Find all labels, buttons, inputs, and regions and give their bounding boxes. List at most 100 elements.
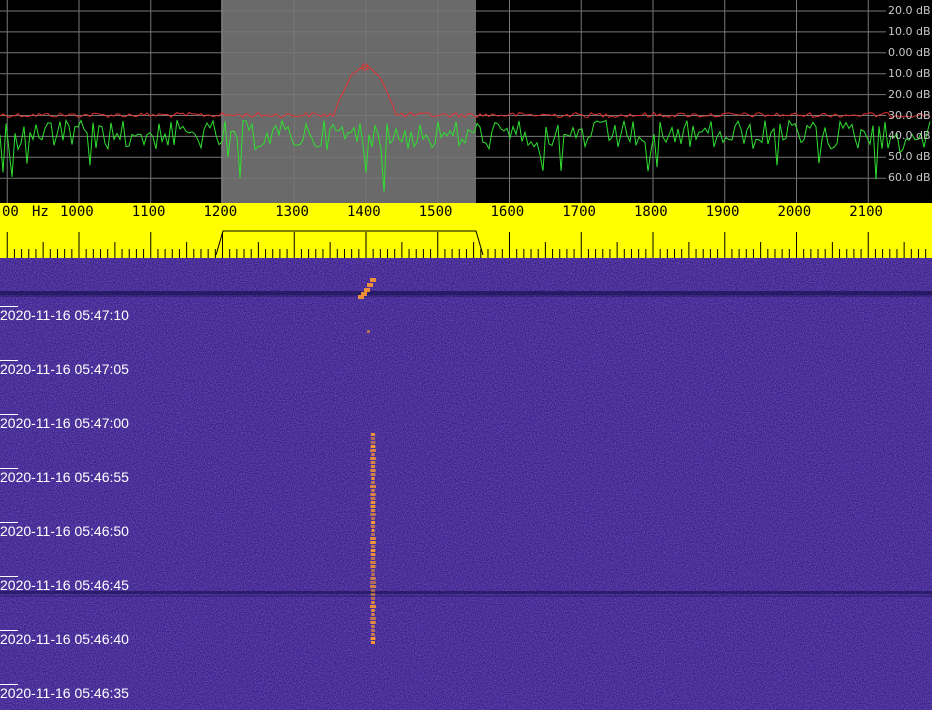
timestamp-label: 2020-11-16 05:47:00 (0, 415, 129, 431)
filter-passband-outline (215, 230, 484, 256)
signal-streak (370, 461, 376, 464)
signal-streak (371, 453, 375, 456)
signal-burst (370, 278, 376, 282)
freq-label: 1900 (705, 204, 740, 220)
timestamp-label: 2020-11-16 05:46:55 (0, 469, 129, 485)
freq-label: 1200 (203, 204, 238, 220)
signal-dot (367, 330, 370, 333)
spectrum-plot[interactable] (0, 0, 932, 203)
dark-band (0, 591, 932, 594)
signal-streak (370, 505, 376, 508)
signal-streak (371, 633, 375, 636)
signal-streak (370, 581, 376, 584)
signal-streak (370, 485, 376, 488)
signal-streak (371, 613, 375, 616)
signal-streak (371, 573, 375, 576)
db-label: 40.0 dB (888, 129, 931, 143)
signal-streak (371, 641, 375, 644)
signal-streak (371, 517, 375, 520)
dark-band (0, 295, 932, 297)
signal-streak (370, 525, 376, 528)
timestamp-label: 2020-11-16 05:47:10 (0, 307, 129, 323)
signal-streak (370, 545, 376, 548)
signal-streak (370, 497, 376, 500)
freq-label: 1600 (490, 204, 525, 220)
db-label: 0.00 dB (888, 45, 931, 59)
signal-streak (371, 489, 375, 492)
signal-burst (364, 288, 370, 292)
signal-streak (370, 481, 376, 484)
signal-streak (370, 501, 376, 504)
db-label: 10.0 dB (888, 66, 931, 80)
timestamp-label: 2020-11-16 05:47:05 (0, 361, 129, 377)
timestamp-label: 2020-11-16 05:46:50 (0, 523, 129, 539)
signal-streak (370, 521, 376, 524)
signal-streak (370, 445, 376, 448)
freq-label: 2000 (777, 204, 812, 220)
signal-streak (370, 561, 376, 564)
waterfall-plot[interactable] (0, 258, 932, 710)
signal-streak (370, 441, 376, 444)
freq-label: 1300 (275, 204, 309, 220)
signal-streak (370, 437, 376, 440)
timestamp-label: 2020-11-16 05:46:45 (0, 577, 129, 593)
freq-label: 1000 (60, 204, 94, 220)
signal-streak (370, 589, 376, 592)
signal-burst (367, 283, 373, 287)
frequency-scale[interactable]: 00 Hz 1000 1100 1200 1300 1400 1500 1600 1700 18… (0, 203, 932, 258)
signal-streak (370, 597, 376, 600)
signal-streak (370, 449, 376, 452)
signal-streak (370, 457, 376, 460)
waterfall-panel[interactable]: 2020-11-16 05:47:10 2020-11-16 05:47:05 20… (0, 258, 932, 710)
signal-streak (370, 537, 376, 540)
db-label: 30.0 dB (888, 108, 931, 122)
signal-streak (371, 625, 375, 628)
db-label: 20.0 dB (888, 87, 931, 101)
signal-streak (370, 605, 376, 608)
signal-streak (370, 621, 376, 624)
signal-streak (370, 617, 376, 620)
signal-streak (370, 493, 376, 496)
signal-streak (370, 473, 376, 476)
db-label: 10.0 dB (888, 24, 931, 38)
signal-streak (370, 553, 376, 556)
timestamp-label: 2020-11-16 05:46:35 (0, 685, 129, 701)
db-label: 20.0 dB (888, 4, 931, 17)
freq-label: 1800 (634, 204, 668, 220)
freq-label: 1700 (562, 204, 596, 220)
freq-label: 1400 (347, 204, 381, 220)
signal-streak (370, 465, 376, 468)
signal-streak (370, 469, 376, 472)
signal-streak (370, 433, 376, 436)
signal-streak (370, 509, 376, 512)
freq-label: 1100 (131, 204, 166, 220)
waterfall-noise (0, 258, 932, 710)
signal-streak (371, 533, 375, 536)
freq-unit-label: Hz (32, 204, 49, 220)
signal-streak (370, 513, 376, 516)
signal-streak (371, 529, 375, 532)
signal-streak (370, 541, 376, 544)
freq-leading-label: 00 (2, 204, 19, 220)
signal-streak (370, 585, 376, 588)
signal-streak (370, 637, 376, 640)
dark-band (0, 291, 932, 295)
signal-streak (370, 549, 376, 552)
signal-streak (370, 593, 376, 596)
dark-band (0, 595, 932, 597)
signal-streak (370, 577, 376, 580)
freq-label: 2100 (849, 204, 883, 220)
freq-label: 1500 (418, 204, 453, 220)
signal-streak (371, 609, 375, 612)
signal-streak (370, 557, 376, 560)
timestamp-label: 2020-11-16 05:46:40 (0, 631, 129, 647)
signal-streak (371, 477, 375, 480)
signal-streak (371, 629, 375, 632)
signal-burst (358, 295, 364, 299)
signal-streak (371, 601, 375, 604)
db-label: 50.0 dB (888, 150, 931, 164)
spectrum-panel[interactable]: 20.0 dB 10.0 dB 0.00 dB 10.0 dB 20.0 dB 30.0 … (0, 0, 932, 203)
db-label: 60.0 dB (888, 171, 931, 185)
signal-streak (370, 565, 376, 568)
signal-streak (371, 569, 375, 572)
